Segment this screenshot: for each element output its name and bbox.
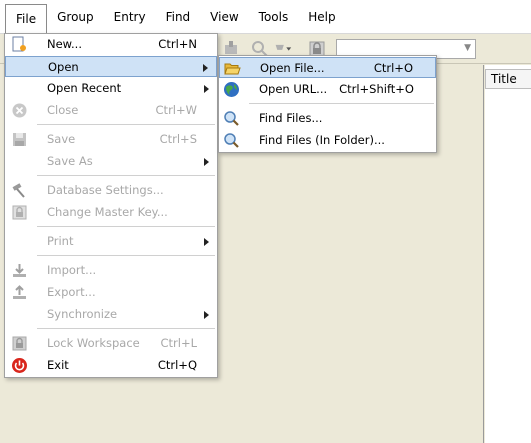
menu-view[interactable]: View bbox=[200, 4, 248, 30]
menu-entry[interactable]: Entry bbox=[104, 4, 156, 30]
menu-item-close[interactable]: Close Ctrl+W bbox=[5, 100, 217, 121]
menu-tools[interactable]: Tools bbox=[249, 4, 299, 30]
file-menu: New... Ctrl+N Open Open Recent Close Ctr… bbox=[4, 33, 218, 378]
entry-list-pane[interactable]: Title bbox=[485, 65, 531, 443]
menu-bar: File Group Entry Find View Tools Help bbox=[0, 0, 531, 34]
submenu-arrow-icon bbox=[204, 158, 209, 166]
menu-item-label: Change Master Key... bbox=[47, 205, 168, 219]
menu-item-find-files[interactable]: Find Files... bbox=[219, 108, 436, 129]
submenu-arrow-icon bbox=[204, 238, 209, 246]
new-database-icon bbox=[12, 36, 26, 52]
submenu-arrow-icon bbox=[204, 311, 209, 319]
menu-item-shortcut: Ctrl+S bbox=[159, 132, 197, 146]
menu-item-label: Export... bbox=[47, 285, 96, 299]
magnifier-icon bbox=[224, 111, 239, 126]
menu-item-label: Print bbox=[47, 234, 74, 248]
menu-item-open-url[interactable]: Open URL... Ctrl+Shift+O bbox=[219, 79, 436, 100]
submenu-arrow-icon bbox=[204, 85, 209, 93]
menu-item-export[interactable]: Export... bbox=[5, 282, 217, 303]
menu-item-label: Open Recent bbox=[47, 81, 122, 95]
menu-item-synchronize[interactable]: Synchronize bbox=[5, 304, 217, 325]
column-header-title[interactable]: Title bbox=[485, 69, 531, 89]
menu-item-shortcut: Ctrl+O bbox=[373, 61, 413, 75]
menu-item-label: New... bbox=[47, 37, 82, 51]
menu-item-shortcut: Ctrl+Q bbox=[157, 358, 197, 372]
menu-item-label: Find Files... bbox=[259, 111, 323, 125]
menu-item-import[interactable]: Import... bbox=[5, 260, 217, 281]
key-icon bbox=[12, 205, 27, 220]
menu-item-lock-workspace[interactable]: Lock Workspace Ctrl+L bbox=[5, 333, 217, 354]
submenu-arrow-icon bbox=[203, 64, 208, 72]
floppy-disk-icon bbox=[13, 133, 26, 146]
menu-separator bbox=[37, 328, 215, 329]
lock-icon bbox=[12, 336, 27, 351]
close-circle-icon bbox=[12, 103, 27, 118]
hammer-icon bbox=[12, 183, 25, 198]
menu-item-print[interactable]: Print bbox=[5, 231, 217, 252]
menu-item-shortcut: Ctrl+Shift+O bbox=[339, 82, 414, 96]
menu-find[interactable]: Find bbox=[156, 4, 201, 30]
menu-item-label: Synchronize bbox=[47, 307, 118, 321]
menu-file[interactable]: File bbox=[5, 3, 48, 34]
menu-item-label: Find Files (In Folder)... bbox=[259, 133, 385, 147]
import-arrow-icon bbox=[13, 264, 26, 277]
chevron-down-icon[interactable]: ▼ bbox=[464, 43, 471, 53]
menu-help[interactable]: Help bbox=[298, 4, 345, 30]
export-arrow-icon bbox=[13, 285, 26, 299]
menu-separator bbox=[37, 226, 215, 227]
menu-item-find-files-in-folder[interactable]: Find Files (In Folder)... bbox=[219, 130, 436, 151]
magnifier-icon bbox=[224, 133, 239, 148]
menu-item-open[interactable]: Open bbox=[5, 56, 217, 77]
menu-item-label: Open bbox=[48, 60, 79, 74]
globe-icon bbox=[224, 82, 239, 97]
menu-item-save[interactable]: Save Ctrl+S bbox=[5, 129, 217, 150]
menu-item-label: Exit bbox=[47, 358, 69, 372]
menu-item-label: Open File... bbox=[260, 61, 325, 75]
menu-item-open-recent[interactable]: Open Recent bbox=[5, 78, 217, 99]
menu-item-change-master-key[interactable]: Change Master Key... bbox=[5, 202, 217, 223]
menu-item-label: Import... bbox=[47, 263, 97, 277]
menu-item-label: Save As bbox=[47, 154, 93, 168]
menu-item-database-settings[interactable]: Database Settings... bbox=[5, 180, 217, 201]
menu-item-shortcut: Ctrl+W bbox=[155, 103, 197, 117]
menu-item-exit[interactable]: Exit Ctrl+Q bbox=[5, 355, 217, 376]
open-submenu: Open File... Ctrl+O Open URL... Ctrl+Shi… bbox=[218, 55, 437, 153]
folder-open-icon bbox=[224, 63, 241, 75]
menu-item-label: Lock Workspace bbox=[47, 336, 140, 350]
menu-item-shortcut: Ctrl+L bbox=[160, 336, 197, 350]
menu-item-save-as[interactable]: Save As bbox=[5, 151, 217, 172]
menu-separator bbox=[37, 124, 215, 125]
menu-item-shortcut: Ctrl+N bbox=[158, 37, 197, 51]
menu-item-label: Save bbox=[47, 132, 76, 146]
menu-separator bbox=[249, 103, 434, 104]
menu-item-label: Open URL... bbox=[259, 82, 328, 96]
menu-separator bbox=[37, 175, 215, 176]
power-icon bbox=[12, 358, 27, 373]
menu-item-label: Close bbox=[47, 103, 79, 117]
menu-item-label: Database Settings... bbox=[47, 183, 164, 197]
menu-item-new[interactable]: New... Ctrl+N bbox=[5, 34, 217, 55]
menu-group[interactable]: Group bbox=[47, 4, 104, 30]
menu-item-open-file[interactable]: Open File... Ctrl+O bbox=[219, 57, 436, 78]
menu-separator bbox=[37, 255, 215, 256]
